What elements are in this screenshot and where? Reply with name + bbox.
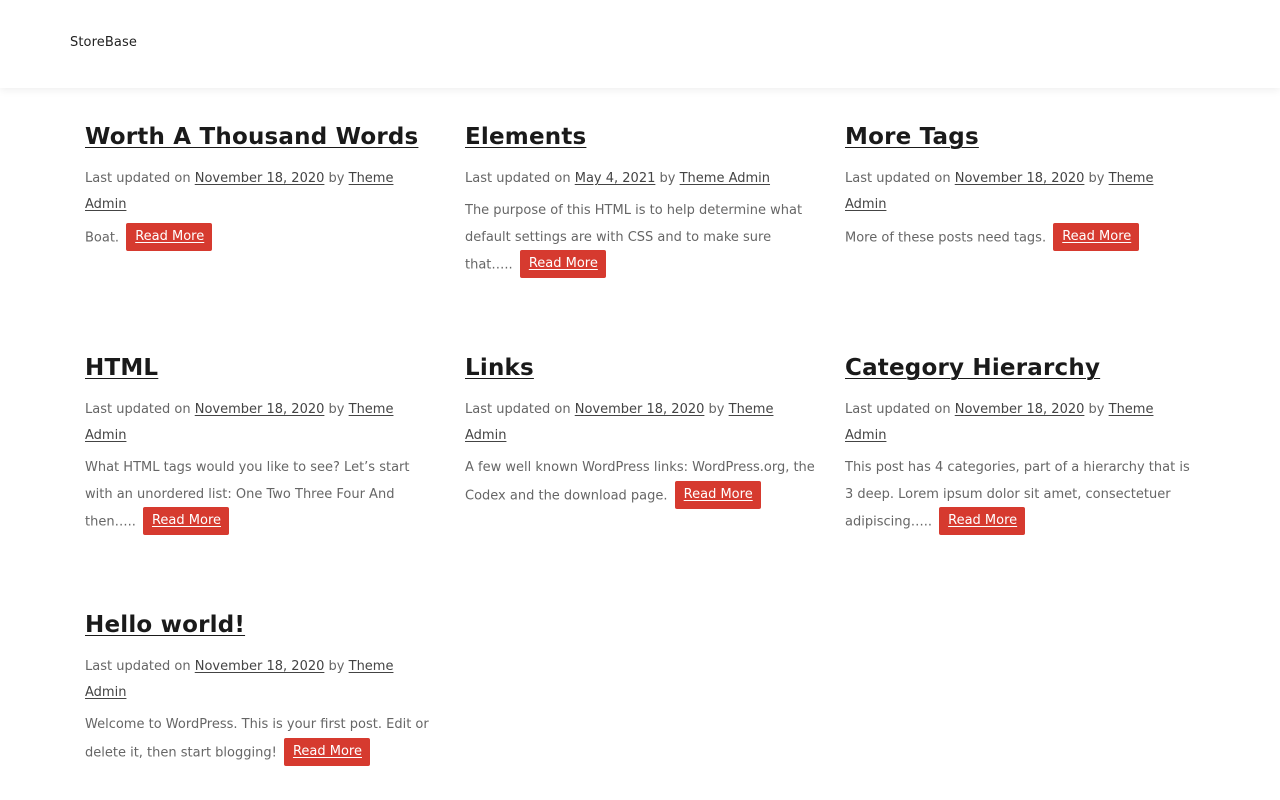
post-title-link[interactable]: Worth A Thousand Words bbox=[85, 122, 418, 152]
updated-label: Last updated on bbox=[85, 659, 191, 674]
post-title-link[interactable]: Category Hierarchy bbox=[845, 353, 1100, 383]
post-meta: Last updated on November 18, 2020 by The… bbox=[85, 397, 435, 449]
site-header: StoreBase bbox=[0, 0, 1280, 88]
post-excerpt: The purpose of this HTML is to help dete… bbox=[465, 198, 815, 279]
read-more-button[interactable]: Read More bbox=[283, 737, 370, 766]
by-label: by bbox=[328, 171, 345, 186]
post-title-link[interactable]: More Tags bbox=[845, 122, 979, 152]
post-date-link[interactable]: May 4, 2021 bbox=[575, 171, 656, 186]
post-meta: Last updated on May 4, 2021 by Theme Adm… bbox=[465, 166, 815, 192]
post-date-link[interactable]: November 18, 2020 bbox=[955, 402, 1085, 417]
post-title-link[interactable]: Hello world! bbox=[85, 610, 245, 640]
post-title-link[interactable]: HTML bbox=[85, 353, 158, 383]
by-label: by bbox=[1088, 171, 1105, 186]
post-meta: Last updated on November 18, 2020 by The… bbox=[85, 166, 435, 218]
post-card: Hello world! Last updated on November 18… bbox=[85, 610, 435, 767]
read-more-button[interactable]: Read More bbox=[519, 250, 606, 278]
post-meta: Last updated on November 18, 2020 by The… bbox=[845, 166, 1195, 218]
excerpt-text: Boat. bbox=[85, 230, 120, 246]
post-excerpt: Boat. Read More bbox=[85, 223, 435, 252]
by-label: by bbox=[328, 659, 345, 674]
excerpt-text: A few well known WordPress links: WordPr… bbox=[465, 460, 815, 503]
post-excerpt: This post has 4 categories, part of a hi… bbox=[845, 455, 1195, 536]
post-card: Elements Last updated on May 4, 2021 by … bbox=[465, 122, 815, 279]
updated-label: Last updated on bbox=[85, 402, 191, 417]
updated-label: Last updated on bbox=[845, 402, 951, 417]
post-date-link[interactable]: November 18, 2020 bbox=[195, 171, 325, 186]
post-meta: Last updated on November 18, 2020 by The… bbox=[85, 654, 435, 706]
post-meta: Last updated on November 18, 2020 by The… bbox=[465, 397, 815, 449]
excerpt-text: More of these posts need tags. bbox=[845, 230, 1047, 246]
post-excerpt: More of these posts need tags. Read More bbox=[845, 223, 1195, 252]
excerpt-text: Welcome to WordPress. This is your first… bbox=[85, 717, 429, 760]
by-label: by bbox=[659, 171, 676, 186]
excerpt-text: The purpose of this HTML is to help dete… bbox=[465, 203, 803, 273]
post-excerpt: Welcome to WordPress. This is your first… bbox=[85, 712, 435, 767]
site-title-link[interactable]: StoreBase bbox=[70, 35, 137, 50]
post-date-link[interactable]: November 18, 2020 bbox=[195, 402, 325, 417]
read-more-button[interactable]: Read More bbox=[939, 507, 1026, 535]
updated-label: Last updated on bbox=[85, 171, 191, 186]
post-author-link[interactable]: Theme Admin bbox=[680, 171, 770, 186]
by-label: by bbox=[708, 402, 725, 417]
updated-label: Last updated on bbox=[465, 171, 571, 186]
read-more-button[interactable]: Read More bbox=[1053, 223, 1140, 251]
read-more-button[interactable]: Read More bbox=[126, 223, 213, 251]
post-excerpt: A few well known WordPress links: WordPr… bbox=[465, 455, 815, 510]
by-label: by bbox=[328, 402, 345, 417]
post-date-link[interactable]: November 18, 2020 bbox=[955, 171, 1085, 186]
excerpt-text: What HTML tags would you like to see? Le… bbox=[85, 460, 410, 530]
post-excerpt: What HTML tags would you like to see? Le… bbox=[85, 455, 435, 536]
post-date-link[interactable]: November 18, 2020 bbox=[195, 659, 325, 674]
post-title-link[interactable]: Links bbox=[465, 353, 534, 383]
read-more-button[interactable]: Read More bbox=[674, 480, 761, 509]
post-card: Links Last updated on November 18, 2020 … bbox=[465, 353, 815, 510]
read-more-button[interactable]: Read More bbox=[142, 507, 230, 535]
post-title-link[interactable]: Elements bbox=[465, 122, 586, 152]
post-date-link[interactable]: November 18, 2020 bbox=[575, 402, 705, 417]
updated-label: Last updated on bbox=[465, 402, 571, 417]
post-card: Category Hierarchy Last updated on Novem… bbox=[845, 353, 1195, 536]
updated-label: Last updated on bbox=[845, 171, 951, 186]
post-meta: Last updated on November 18, 2020 by The… bbox=[845, 397, 1195, 449]
by-label: by bbox=[1088, 402, 1105, 417]
post-card: More Tags Last updated on November 18, 2… bbox=[845, 122, 1195, 252]
post-card: HTML Last updated on November 18, 2020 b… bbox=[85, 353, 435, 536]
post-card: Worth A Thousand Words Last updated on N… bbox=[85, 122, 435, 252]
